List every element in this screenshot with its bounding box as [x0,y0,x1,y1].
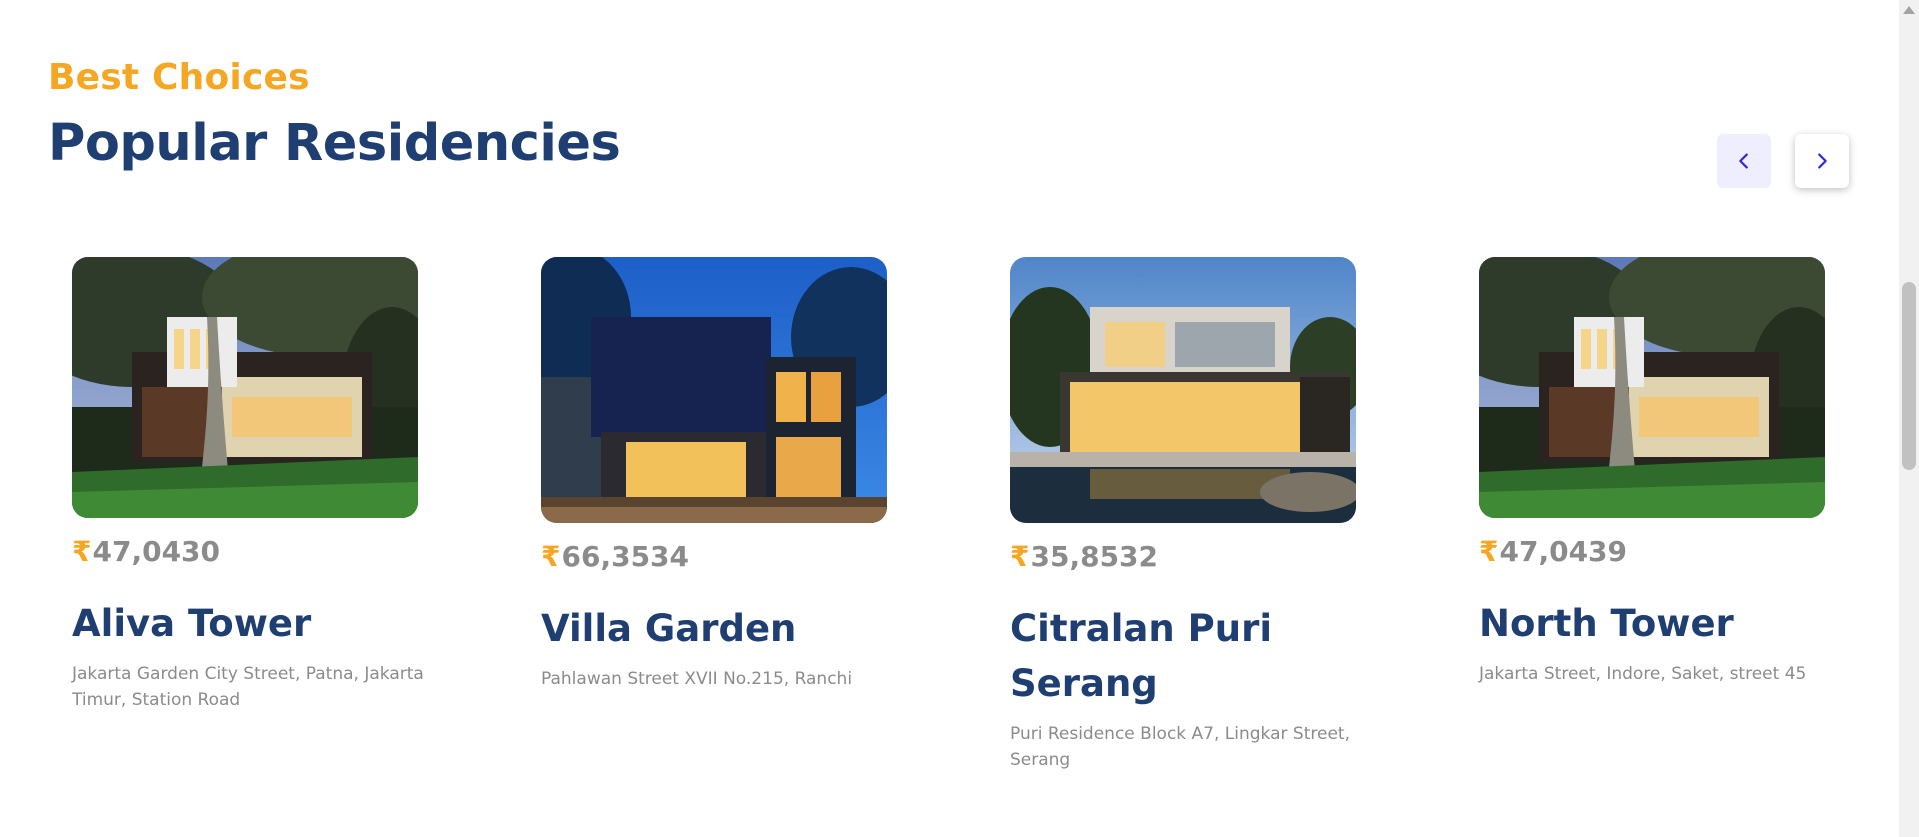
section-eyebrow: Best Choices [48,57,310,98]
currency-symbol: ₹ [1479,535,1499,568]
residency-name: Villa Garden [541,607,797,650]
residency-name: Aliva Tower [72,602,312,645]
price-value: 47,0439 [1499,535,1628,568]
residency-name: Citralan Puri Serang [1010,607,1272,705]
residency-card[interactable]: ₹66,3534 Villa Garden Pahlawan Street XV… [541,257,891,692]
previous-button[interactable] [1717,134,1771,188]
residency-card[interactable]: ₹35,8532 Citralan Puri Serang Puri Resid… [1010,257,1360,773]
currency-symbol: ₹ [1010,540,1030,573]
price-value: 35,8532 [1030,540,1159,573]
residency-address: Jakarta Street, Indore, Saket, street 45 [1479,664,1807,684]
residency-address: Puri Residence Block A7, Lingkar Street,… [1010,724,1350,770]
residency-price: ₹47,0439 [1479,538,1829,566]
chevron-right-icon [1818,153,1827,169]
residency-name: North Tower [1479,602,1734,645]
residency-image [72,257,418,518]
residency-card[interactable]: ₹47,0439 North Tower Jakarta Street, Ind… [1479,257,1829,687]
currency-symbol: ₹ [541,540,561,573]
residency-address: Pahlawan Street XVII No.215, Ranchi [541,669,853,689]
residency-address: Jakarta Garden City Street, Patna, Jakar… [72,664,424,710]
residency-image [541,257,887,523]
next-button[interactable] [1795,134,1849,188]
residency-price: ₹47,0430 [72,538,422,566]
chevron-left-icon [1739,153,1748,169]
residencies-section: Best Choices Popular Residencies ₹47,043… [0,0,1899,833]
price-value: 66,3534 [561,540,690,573]
residency-card[interactable]: ₹47,0430 Aliva Tower Jakarta Garden City… [72,257,424,713]
currency-symbol: ₹ [72,535,92,568]
residency-image [1479,257,1825,518]
residency-price: ₹35,8532 [1010,543,1360,571]
scrollbar-thumb[interactable] [1902,282,1916,470]
vertical-scrollbar[interactable] [1899,0,1919,837]
price-value: 47,0430 [92,535,221,568]
residency-price: ₹66,3534 [541,543,891,571]
residency-image [1010,257,1356,523]
scroll-up-arrow-icon[interactable] [1903,6,1915,14]
section-title: Popular Residencies [48,114,621,173]
